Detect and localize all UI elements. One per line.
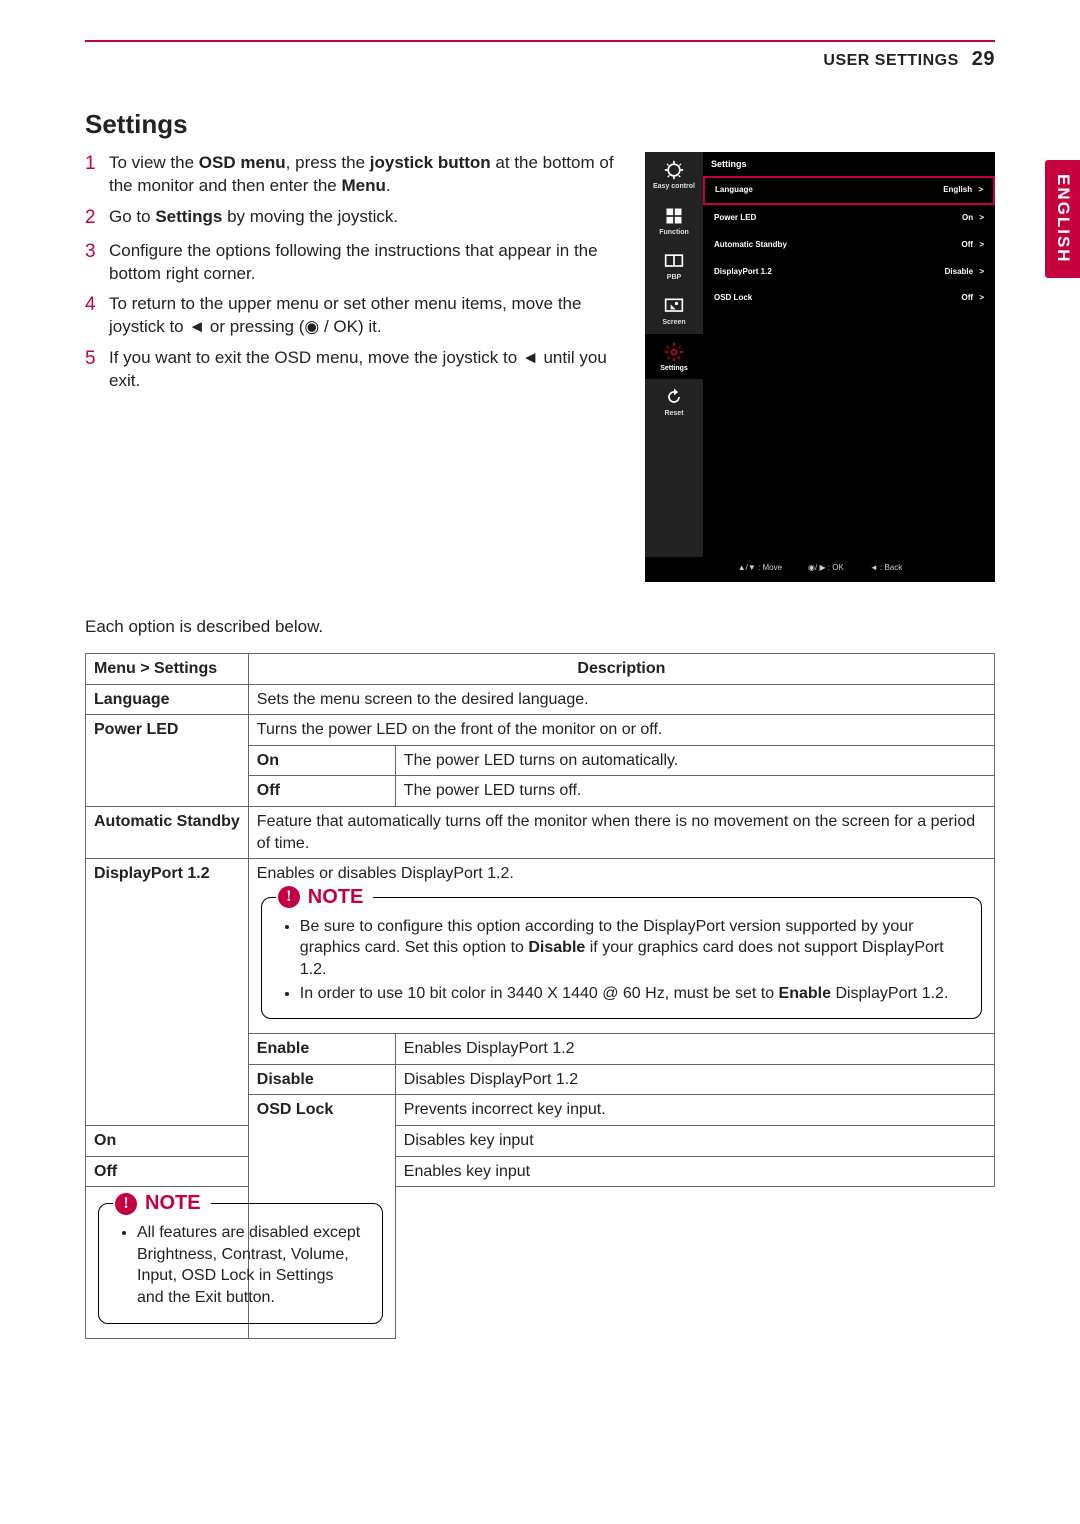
osdlock-off-label: Off bbox=[86, 1156, 249, 1187]
osd-side-screen[interactable]: Screen bbox=[645, 288, 703, 333]
osdlock-note-item: All features are disabled except Brightn… bbox=[137, 1222, 364, 1308]
osdlock-off-desc: Enables key input bbox=[395, 1156, 994, 1187]
alert-icon: ! bbox=[278, 886, 300, 908]
row-dp-desc-cell: Enables or disables DisplayPort 1.2. ! N… bbox=[248, 859, 994, 1034]
th-description: Description bbox=[248, 654, 994, 685]
osd-row-value: On > bbox=[962, 213, 984, 224]
powerled-off-desc: The power LED turns off. bbox=[395, 776, 994, 807]
language-tab: ENGLISH bbox=[1045, 160, 1080, 278]
note-title: ! NOTE bbox=[113, 1190, 211, 1217]
powerled-on-label: On bbox=[248, 745, 395, 776]
row-auto-desc: Feature that automatically turns off the… bbox=[248, 807, 994, 859]
osdlock-on-label: On bbox=[86, 1125, 249, 1156]
osd-side-label: Function bbox=[645, 228, 703, 237]
note-label: NOTE bbox=[145, 1190, 201, 1217]
row-powerled-label: Power LED bbox=[86, 715, 249, 807]
sub-heading: Each option is described below. bbox=[85, 616, 995, 639]
osd-side-easy[interactable]: Easy control bbox=[645, 152, 703, 197]
osd-footer: ▲/▼ : Move ◉/ ▶ : OK ◄ : Back bbox=[645, 557, 995, 582]
osd-side-settings[interactable]: Settings bbox=[645, 334, 703, 379]
dp-note-item: Be sure to configure this option accordi… bbox=[300, 916, 963, 981]
easy-icon bbox=[645, 160, 703, 180]
osd-side-label: Reset bbox=[645, 409, 703, 418]
osd-row-label: Automatic Standby bbox=[714, 240, 787, 251]
page-header: USER SETTINGS 29 bbox=[85, 46, 995, 73]
osd-row-value: Off > bbox=[962, 240, 984, 251]
row-auto-label: Automatic Standby bbox=[86, 807, 249, 859]
osd-hint-move: ▲/▼ : Move bbox=[738, 563, 782, 574]
osd-hint-ok: ◉/ ▶ : OK bbox=[808, 563, 844, 574]
row-osdlock-desc: Prevents incorrect key input. bbox=[395, 1095, 994, 1126]
page-number: 29 bbox=[964, 48, 995, 70]
osd-row-value: Disable > bbox=[945, 267, 984, 278]
row-dp-label: DisplayPort 1.2 bbox=[86, 859, 249, 1126]
osd-side-label: Easy control bbox=[645, 182, 703, 191]
step-item: 5If you want to exit the OSD menu, move … bbox=[85, 347, 615, 393]
osd-side-label: Screen bbox=[645, 318, 703, 327]
th-menu: Menu > Settings bbox=[86, 654, 249, 685]
dp-enable-desc: Enables DisplayPort 1.2 bbox=[395, 1034, 994, 1065]
step-item: 3Configure the options following the ins… bbox=[85, 240, 615, 286]
alert-icon: ! bbox=[115, 1193, 137, 1215]
dp-note-item: In order to use 10 bit color in 3440 X 1… bbox=[300, 983, 963, 1005]
screen-icon bbox=[645, 296, 703, 316]
osd-side-func[interactable]: Function bbox=[645, 198, 703, 243]
osd-row-value: English > bbox=[943, 185, 983, 196]
osd-row-label: Language bbox=[715, 185, 753, 196]
osd-row[interactable]: Power LED On > bbox=[703, 205, 995, 232]
note-title: ! NOTE bbox=[276, 884, 374, 911]
row-language-label: Language bbox=[86, 684, 249, 715]
osd-row-value: Off > bbox=[962, 293, 984, 304]
osd-row[interactable]: Automatic Standby Off > bbox=[703, 232, 995, 259]
dp-disable-label: Disable bbox=[248, 1064, 395, 1095]
osd-preview: Easy control Function PBP Screen Settings Res… bbox=[645, 152, 995, 582]
row-language-desc: Sets the menu screen to the desired lang… bbox=[248, 684, 994, 715]
dp-note-box: ! NOTE Be sure to configure this option … bbox=[261, 897, 982, 1019]
note-label: NOTE bbox=[308, 884, 364, 911]
steps-list: 1To view the OSD menu, press the joystic… bbox=[85, 152, 615, 401]
step-item: 4To return to the upper menu or set othe… bbox=[85, 293, 615, 339]
func-icon bbox=[645, 206, 703, 226]
osd-row[interactable]: OSD Lock Off > bbox=[703, 285, 995, 312]
powerled-on-desc: The power LED turns on automatically. bbox=[395, 745, 994, 776]
osdlock-note-cell: ! NOTE All features are disabled except … bbox=[86, 1187, 396, 1338]
osd-side-pbp[interactable]: PBP bbox=[645, 243, 703, 288]
osd-row-label: Power LED bbox=[714, 213, 756, 224]
step-item: 1To view the OSD menu, press the joystic… bbox=[85, 152, 615, 198]
row-dp-desc: Enables or disables DisplayPort 1.2. bbox=[257, 865, 514, 882]
settings-description-table: Menu > Settings Description Language Set… bbox=[85, 653, 995, 1338]
osd-row-label: OSD Lock bbox=[714, 293, 752, 304]
osdlock-note-box: ! NOTE All features are disabled except … bbox=[98, 1203, 383, 1323]
osd-side-label: PBP bbox=[645, 273, 703, 282]
header-section: USER SETTINGS bbox=[823, 52, 958, 69]
dp-disable-desc: Disables DisplayPort 1.2 bbox=[395, 1064, 994, 1095]
reset-icon bbox=[645, 387, 703, 407]
osd-row[interactable]: DisplayPort 1.2 Disable > bbox=[703, 259, 995, 286]
osd-row-label: DisplayPort 1.2 bbox=[714, 267, 772, 278]
pbp-icon bbox=[645, 251, 703, 271]
dp-enable-label: Enable bbox=[248, 1034, 395, 1065]
osdlock-on-desc: Disables key input bbox=[395, 1125, 994, 1156]
osd-side-label: Settings bbox=[645, 364, 703, 373]
osd-title: Settings bbox=[703, 152, 995, 176]
osd-hint-back: ◄ : Back bbox=[870, 563, 902, 574]
page-title: Settings bbox=[85, 107, 995, 142]
row-powerled-desc: Turns the power LED on the front of the … bbox=[248, 715, 994, 746]
osd-side-reset[interactable]: Reset bbox=[645, 379, 703, 424]
settings-icon bbox=[645, 342, 703, 362]
step-item: 2Go to Settings by moving the joystick. bbox=[85, 206, 615, 232]
powerled-off-label: Off bbox=[248, 776, 395, 807]
osd-row[interactable]: Language English > bbox=[703, 176, 995, 205]
